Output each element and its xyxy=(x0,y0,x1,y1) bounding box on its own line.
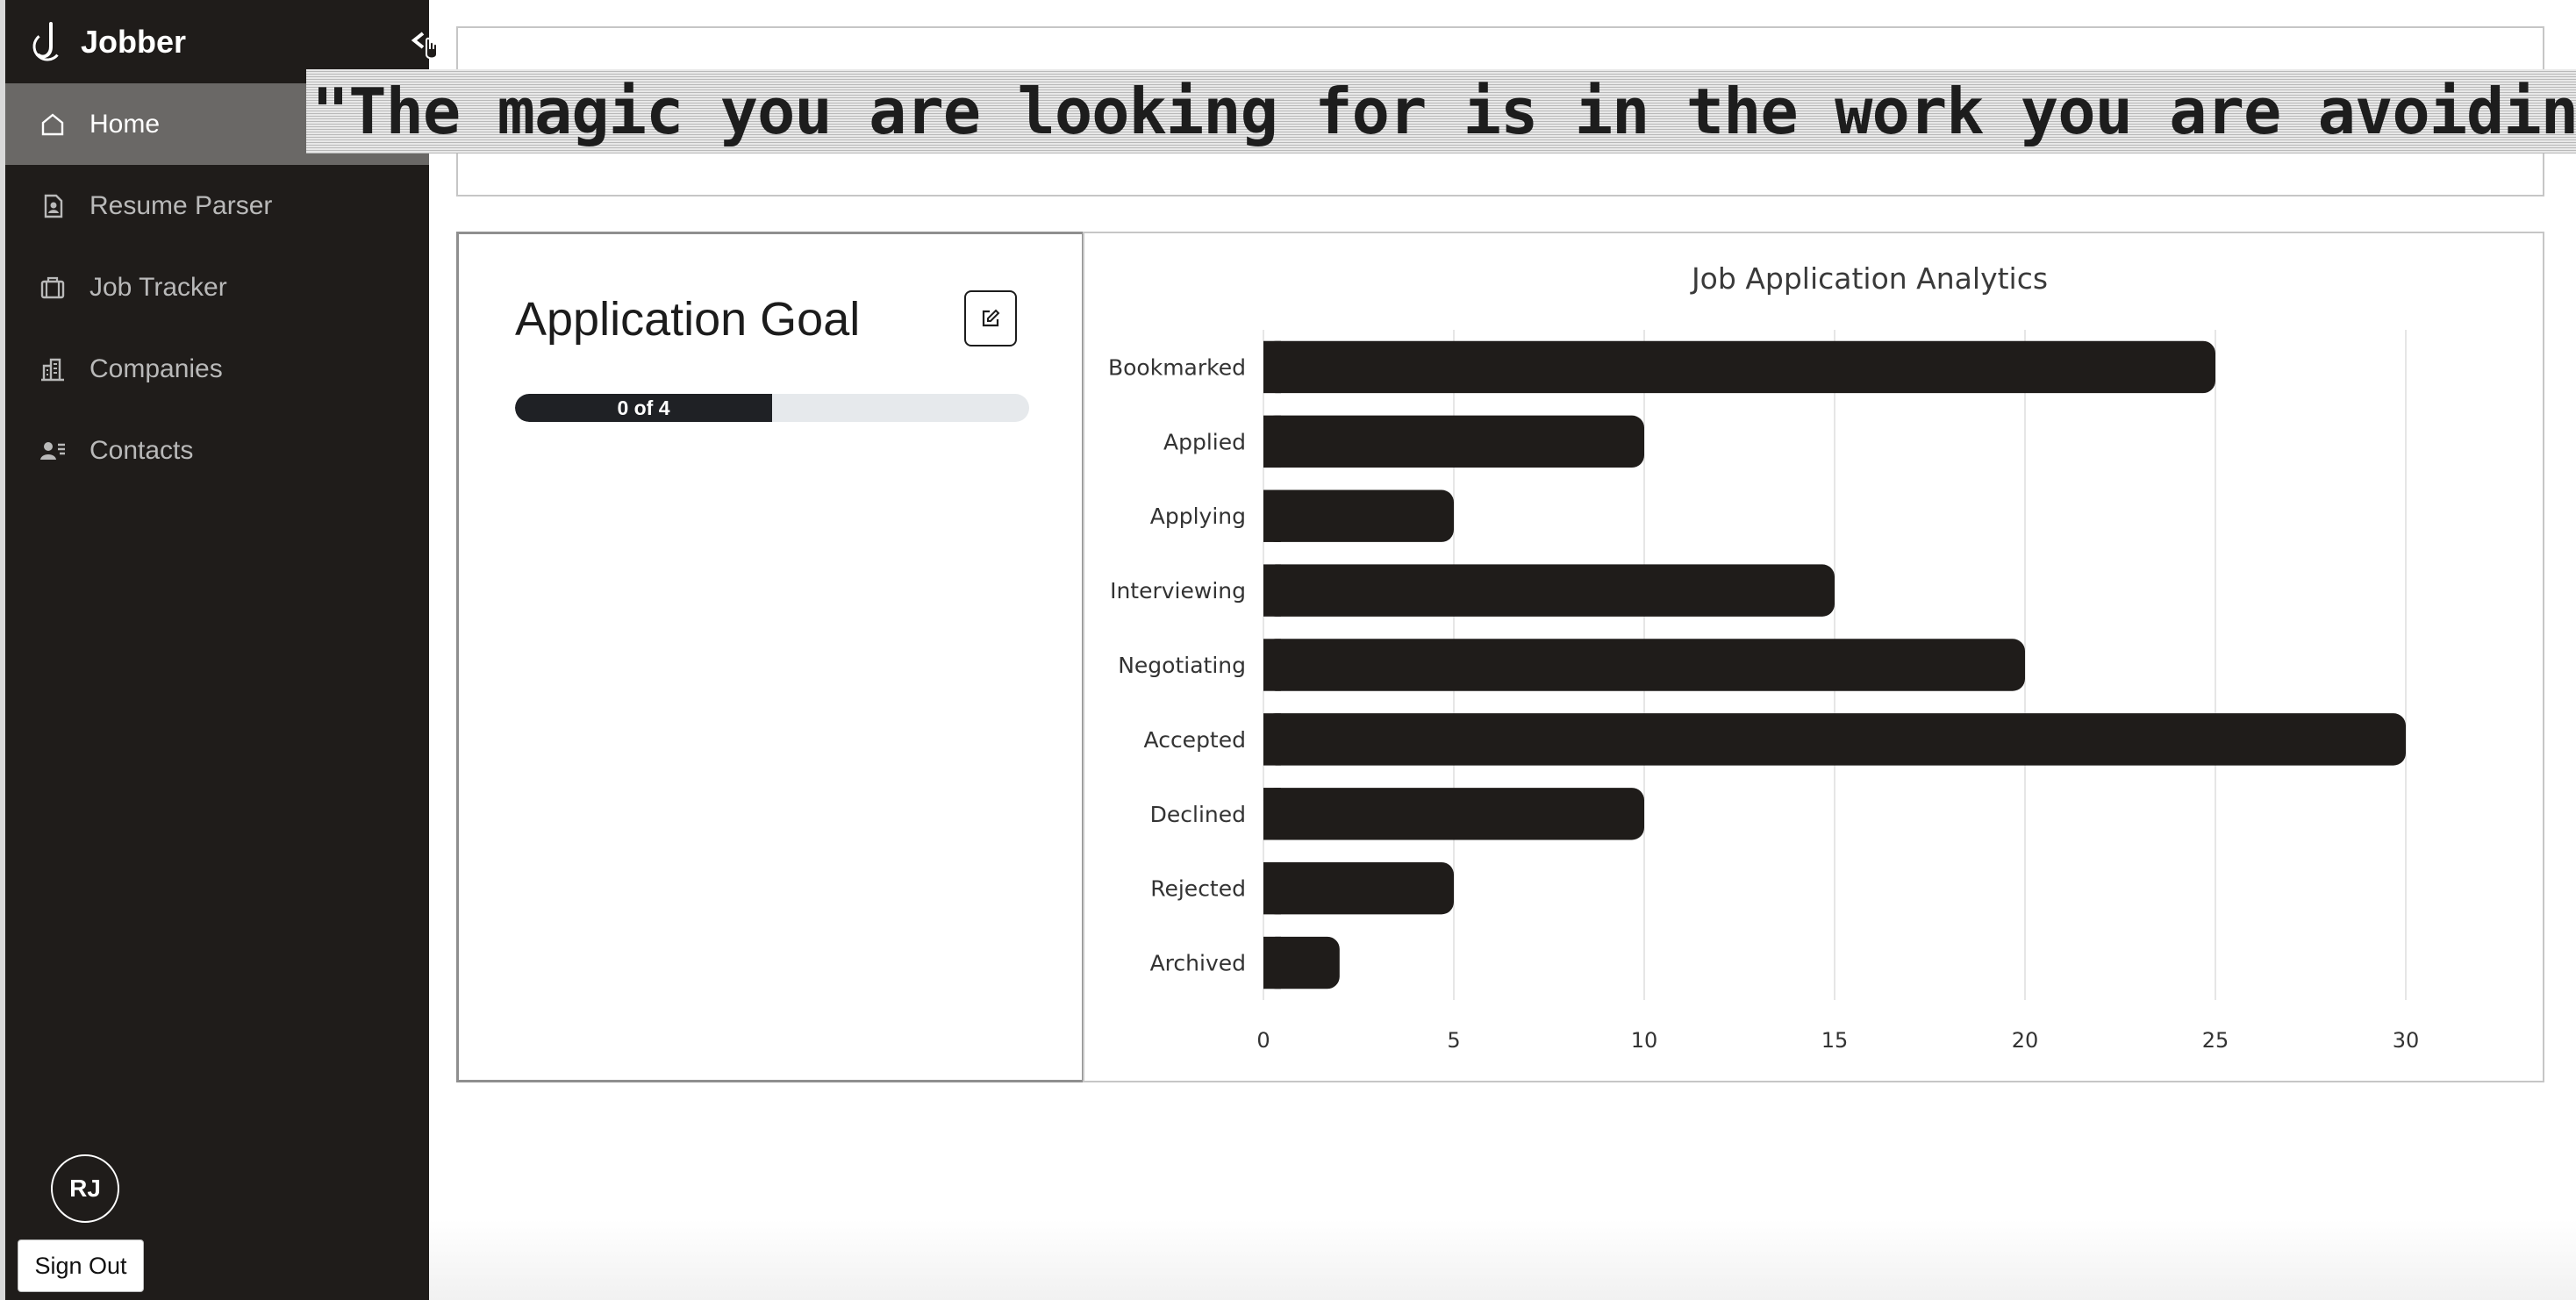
bar-interviewing-base xyxy=(1263,564,1281,617)
sidebar-item-label: Home xyxy=(89,109,161,139)
sidebar-item-label: Contacts xyxy=(89,435,194,465)
bar-applied[interactable] xyxy=(1263,415,1644,468)
y-category-label: Accepted xyxy=(1144,727,1246,753)
briefcase-icon xyxy=(40,276,65,298)
bar-bookmarked-base xyxy=(1263,340,1281,394)
bar-declined[interactable] xyxy=(1263,788,1644,840)
sidebar-item-contacts[interactable]: Contacts xyxy=(5,410,429,491)
sidebar-item-resume-parser[interactable]: Resume Parser xyxy=(5,165,429,246)
motivational-quote: "The magic you are looking for is in the… xyxy=(306,69,2576,154)
bar-applying-base xyxy=(1263,489,1281,542)
job-application-analytics-chart: Job Application Analytics Bookmarked Appl… xyxy=(1083,232,2544,1082)
chart-title: Job Application Analytics xyxy=(1690,261,2048,296)
bar-bookmarked[interactable] xyxy=(1263,340,2215,394)
app-name: Jobber xyxy=(81,24,187,60)
application-goal-card: Application Goal 0 of 4 xyxy=(456,232,1084,1082)
edit-goal-button[interactable] xyxy=(964,290,1017,346)
y-category-label: Applied xyxy=(1163,429,1246,454)
sidebar-item-companies[interactable]: Companies xyxy=(5,328,429,410)
x-tick-label: 15 xyxy=(1821,1028,1849,1053)
jobber-logo-icon xyxy=(32,22,62,61)
x-tick-label: 0 xyxy=(1256,1028,1270,1053)
sidebar-item-label: Companies xyxy=(89,354,223,383)
bar-declined-base xyxy=(1263,788,1281,840)
y-category-label: Declined xyxy=(1150,802,1246,827)
building-icon xyxy=(41,358,64,381)
y-category-label: Rejected xyxy=(1150,876,1246,902)
sidebar: Jobber Home Resume Parser Job Tracker Co… xyxy=(0,0,438,1300)
y-category-label: Archived xyxy=(1150,951,1246,976)
resume-icon xyxy=(44,194,63,218)
bar-rejected-base xyxy=(1263,861,1281,915)
quote-card: "The magic you are looking for is in the… xyxy=(311,26,2576,196)
bar-accepted-base xyxy=(1263,713,1281,766)
goal-progress-bar: 0 of 4 xyxy=(515,394,1029,422)
contacts-icon xyxy=(40,441,65,460)
bar-negotiating[interactable] xyxy=(1263,639,2025,691)
goal-progress-fill: 0 of 4 xyxy=(515,394,772,422)
x-tick-label: 10 xyxy=(1631,1028,1658,1053)
home-icon xyxy=(41,112,64,135)
sidebar-item-label: Resume Parser xyxy=(89,190,273,220)
sidebar-item-job-tracker[interactable]: Job Tracker xyxy=(5,246,429,328)
sign-out-button[interactable]: Sign Out xyxy=(18,1239,144,1292)
y-category-label: Bookmarked xyxy=(1108,354,1246,380)
goal-title: Application Goal xyxy=(515,293,861,346)
bar-archived-base xyxy=(1263,936,1281,989)
bar-chart: Job Application Analytics Bookmarked Appl… xyxy=(1108,261,2420,1053)
x-tick-label: 30 xyxy=(2393,1028,2420,1053)
bar-negotiating-base xyxy=(1263,639,1281,691)
bottom-fade xyxy=(429,1219,2576,1300)
bar-rejected[interactable] xyxy=(1263,861,1454,915)
x-tick-label: 25 xyxy=(2202,1028,2229,1053)
bar-interviewing[interactable] xyxy=(1263,564,1835,617)
x-tick-label: 20 xyxy=(2012,1028,2039,1053)
bar-applied-base xyxy=(1263,415,1281,468)
y-category-label: Negotiating xyxy=(1118,653,1246,678)
y-category-label: Applying xyxy=(1150,504,1246,529)
brand[interactable]: Jobber xyxy=(30,18,186,67)
edit-icon xyxy=(982,309,1000,327)
bar-applying[interactable] xyxy=(1263,489,1454,542)
bar-accepted[interactable] xyxy=(1263,713,2406,766)
collapse-sidebar-icon[interactable] xyxy=(411,28,442,63)
avatar[interactable]: RJ xyxy=(51,1154,119,1223)
x-tick-label: 5 xyxy=(1447,1028,1460,1053)
sidebar-item-label: Job Tracker xyxy=(89,272,227,302)
y-category-label: Interviewing xyxy=(1110,578,1246,604)
